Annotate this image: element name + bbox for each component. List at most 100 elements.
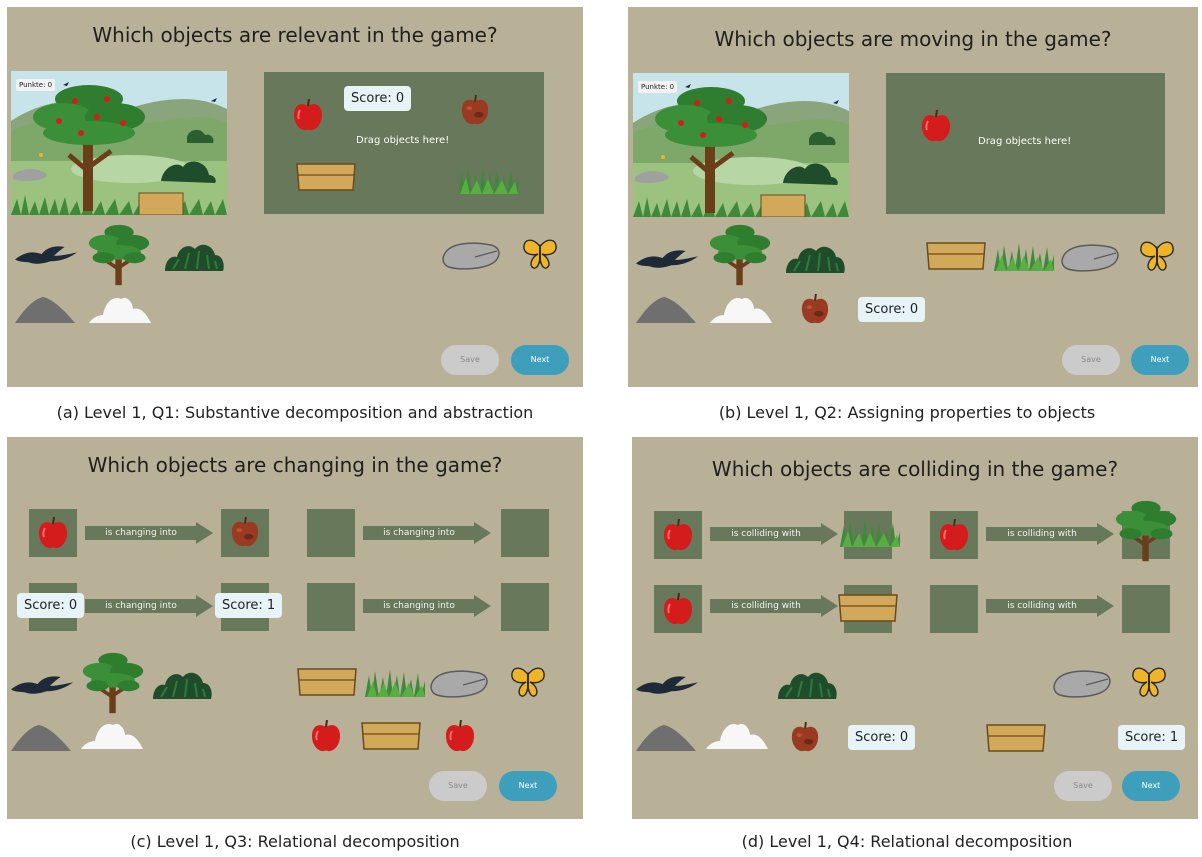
save-button[interactable]: Save [441, 345, 499, 375]
relation-label: is changing into [105, 601, 177, 611]
bird-icon[interactable] [11, 673, 73, 697]
rotten-apple-icon[interactable] [800, 293, 830, 325]
relation-arrow: is changing into [363, 595, 491, 617]
mountain-icon[interactable] [636, 293, 696, 323]
relation-target-slot[interactable] [501, 583, 549, 631]
drop-area[interactable]: Drag objects here! Score: 0 [264, 72, 544, 214]
tree-icon[interactable] [1114, 499, 1178, 563]
relation-source-slot[interactable] [930, 511, 978, 559]
figure-caption: (a) Level 1, Q1: Substantive decompositi… [56, 403, 534, 422]
tree-icon[interactable] [81, 651, 145, 715]
relation-source-slot[interactable] [29, 509, 77, 557]
score-badge: Score: 0 [858, 297, 926, 322]
relation-arrow: is colliding with [710, 595, 838, 617]
panel-title: Which objects are colliding in the game? [711, 457, 1119, 481]
relation-label: is changing into [105, 528, 177, 538]
relation-target-slot[interactable] [1122, 511, 1170, 559]
relation-arrow: is colliding with [710, 523, 838, 545]
figure-caption: (b) Level 1, Q2: Assigning properties to… [718, 403, 1096, 422]
bird-icon[interactable] [636, 673, 698, 697]
mountain-icon[interactable] [15, 293, 75, 323]
relation-label: is colliding with [731, 601, 801, 611]
rock-icon[interactable] [1060, 241, 1120, 273]
panel-title: Which objects are moving in the game? [714, 27, 1112, 51]
grass-icon[interactable] [458, 164, 518, 194]
rock-icon[interactable] [441, 239, 501, 271]
grass-icon[interactable] [994, 241, 1054, 271]
apple-icon[interactable] [292, 98, 324, 132]
game-points-label: Punkte: 0 [16, 79, 56, 91]
next-button[interactable]: Next [511, 345, 569, 375]
bush-icon[interactable] [776, 665, 838, 701]
drop-area-hint: Drag objects here! [978, 136, 1072, 147]
panel-title: Which objects are relevant in the game? [92, 23, 498, 47]
next-button[interactable]: Next [499, 771, 557, 801]
grass-icon[interactable] [365, 667, 425, 697]
next-button[interactable]: Next [1122, 771, 1180, 801]
bush-icon[interactable] [784, 239, 846, 275]
butterfly-icon[interactable] [1138, 239, 1176, 273]
basket-icon[interactable] [926, 241, 986, 271]
cloud-icon[interactable] [710, 293, 772, 323]
rock-icon[interactable] [1052, 667, 1112, 699]
apple-icon[interactable] [37, 516, 69, 550]
tree-icon[interactable] [87, 223, 151, 287]
relation-target-slot[interactable] [844, 511, 892, 559]
save-button[interactable]: Save [1062, 345, 1120, 375]
panel-b: Which objects are moving in the game? Pu… [628, 7, 1198, 387]
relation-source-slot[interactable] [654, 511, 702, 559]
cloud-icon[interactable] [89, 293, 151, 323]
rock-icon[interactable] [429, 667, 489, 699]
bush-icon[interactable] [163, 237, 225, 273]
score-badge: Score: 0 [17, 593, 85, 618]
relation-label: is changing into [383, 601, 455, 611]
relation-target-slot[interactable] [844, 585, 892, 633]
relation-source-slot[interactable] [654, 585, 702, 633]
basket-icon[interactable] [986, 723, 1046, 753]
game-scene: Punkte: 0 [11, 71, 227, 215]
basket-icon[interactable] [838, 593, 898, 623]
relation-source-slot[interactable] [307, 509, 355, 557]
relation-source-slot[interactable] [307, 583, 355, 631]
game-scene: Punkte: 0 [633, 73, 849, 217]
drop-area[interactable]: Drag objects here! [886, 73, 1165, 214]
butterfly-icon[interactable] [509, 665, 547, 699]
tree-icon[interactable] [708, 223, 772, 287]
figure-caption: (c) Level 1, Q3: Relational decompositio… [130, 832, 460, 851]
relation-arrow: is changing into [85, 522, 213, 544]
relation-target-slot[interactable] [501, 509, 549, 557]
relation-arrow: is colliding with [986, 523, 1114, 545]
relation-source-slot[interactable] [930, 585, 978, 633]
panel-a: Which objects are relevant in the game? … [7, 7, 583, 387]
bird-icon[interactable] [636, 247, 698, 271]
basket-icon[interactable] [296, 162, 356, 192]
rotten-apple-icon[interactable] [790, 721, 820, 753]
relation-target-slot[interactable] [221, 509, 269, 557]
cloud-icon[interactable] [81, 719, 143, 749]
basket-icon[interactable] [361, 721, 421, 751]
apple-icon[interactable] [662, 518, 694, 552]
grass-icon[interactable] [840, 517, 900, 547]
drop-area-hint: Drag objects here! [356, 135, 450, 146]
score-badge: Score: 1 [215, 593, 283, 618]
figure-caption: (d) Level 1, Q4: Relational decompositio… [741, 832, 1073, 851]
apple-icon[interactable] [662, 592, 694, 626]
butterfly-icon[interactable] [521, 237, 559, 271]
apple-icon[interactable] [444, 719, 476, 753]
save-button[interactable]: Save [429, 771, 487, 801]
apple-icon[interactable] [310, 719, 342, 753]
next-button[interactable]: Next [1131, 345, 1189, 375]
bush-icon[interactable] [151, 665, 213, 701]
cloud-icon[interactable] [706, 719, 768, 749]
relation-target-slot[interactable] [1122, 585, 1170, 633]
rotten-apple-icon[interactable] [230, 516, 260, 548]
rotten-apple-icon[interactable] [460, 94, 490, 126]
mountain-icon[interactable] [11, 721, 71, 751]
mountain-icon[interactable] [636, 721, 696, 751]
save-button[interactable]: Save [1054, 771, 1112, 801]
apple-icon[interactable] [920, 109, 952, 143]
butterfly-icon[interactable] [1130, 665, 1168, 699]
apple-icon[interactable] [938, 518, 970, 552]
bird-icon[interactable] [15, 243, 77, 267]
basket-icon[interactable] [297, 667, 357, 697]
